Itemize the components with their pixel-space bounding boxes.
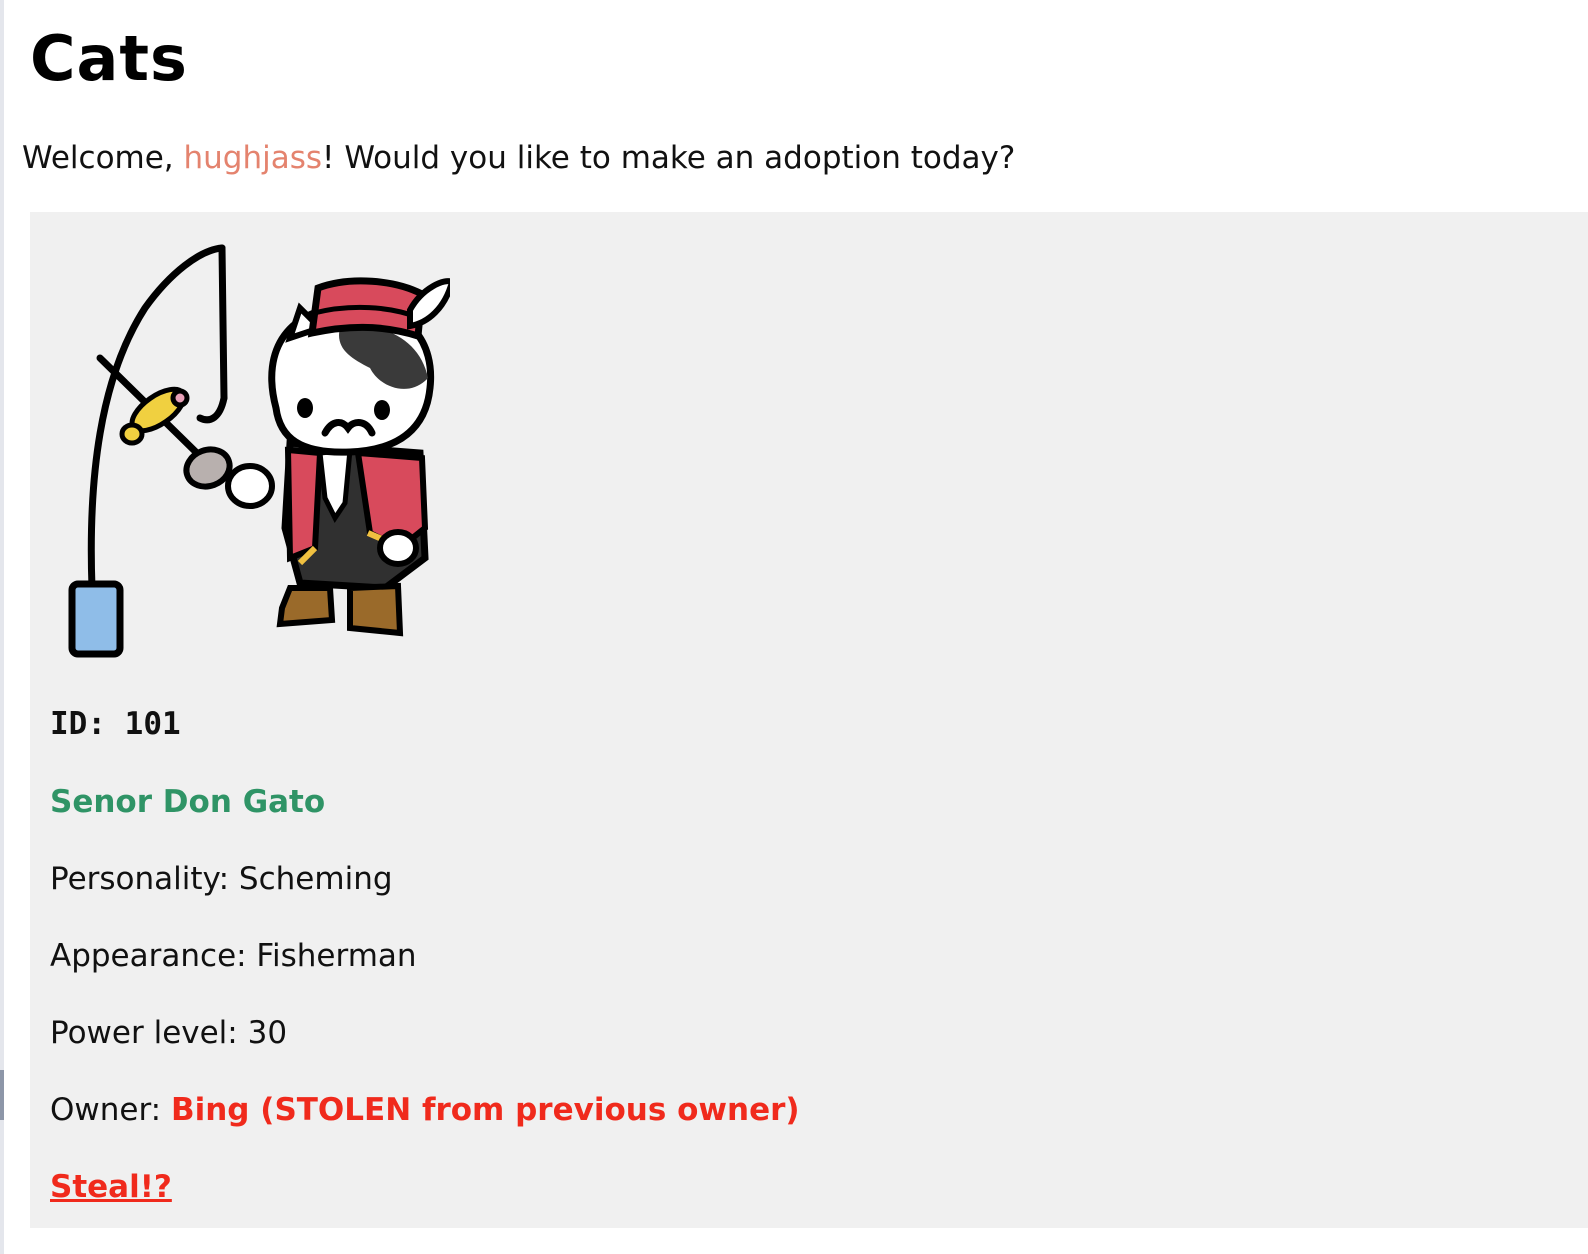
window-edge-marker bbox=[0, 1070, 4, 1120]
username: hughjass bbox=[183, 140, 323, 176]
welcome-suffix: ! Would you like to make an adoption tod… bbox=[322, 140, 1016, 176]
cat-id: ID: 101 bbox=[50, 706, 181, 742]
owner-value: Bing (STOLEN from previous owner) bbox=[170, 1092, 800, 1128]
cat-image bbox=[68, 244, 450, 658]
cat-appearance: Appearance: Fisherman bbox=[50, 938, 417, 974]
steal-link[interactable]: Steal!? bbox=[50, 1169, 172, 1205]
welcome-message: Welcome, hughjass! Would you like to mak… bbox=[22, 140, 1015, 176]
window-left-edge bbox=[0, 0, 4, 1254]
cat-name: Senor Don Gato bbox=[50, 784, 326, 820]
page-title: Cats bbox=[30, 22, 188, 95]
cat-card: ID: 101 Senor Don Gato Personality: Sche… bbox=[30, 212, 1588, 1228]
cat-power-level: Power level: 30 bbox=[50, 1015, 288, 1051]
welcome-prefix: Welcome, bbox=[22, 140, 184, 176]
owner-label: Owner: bbox=[50, 1092, 171, 1128]
cat-owner: Owner: Bing (STOLEN from previous owner) bbox=[50, 1092, 800, 1128]
cat-personality: Personality: Scheming bbox=[50, 861, 393, 897]
